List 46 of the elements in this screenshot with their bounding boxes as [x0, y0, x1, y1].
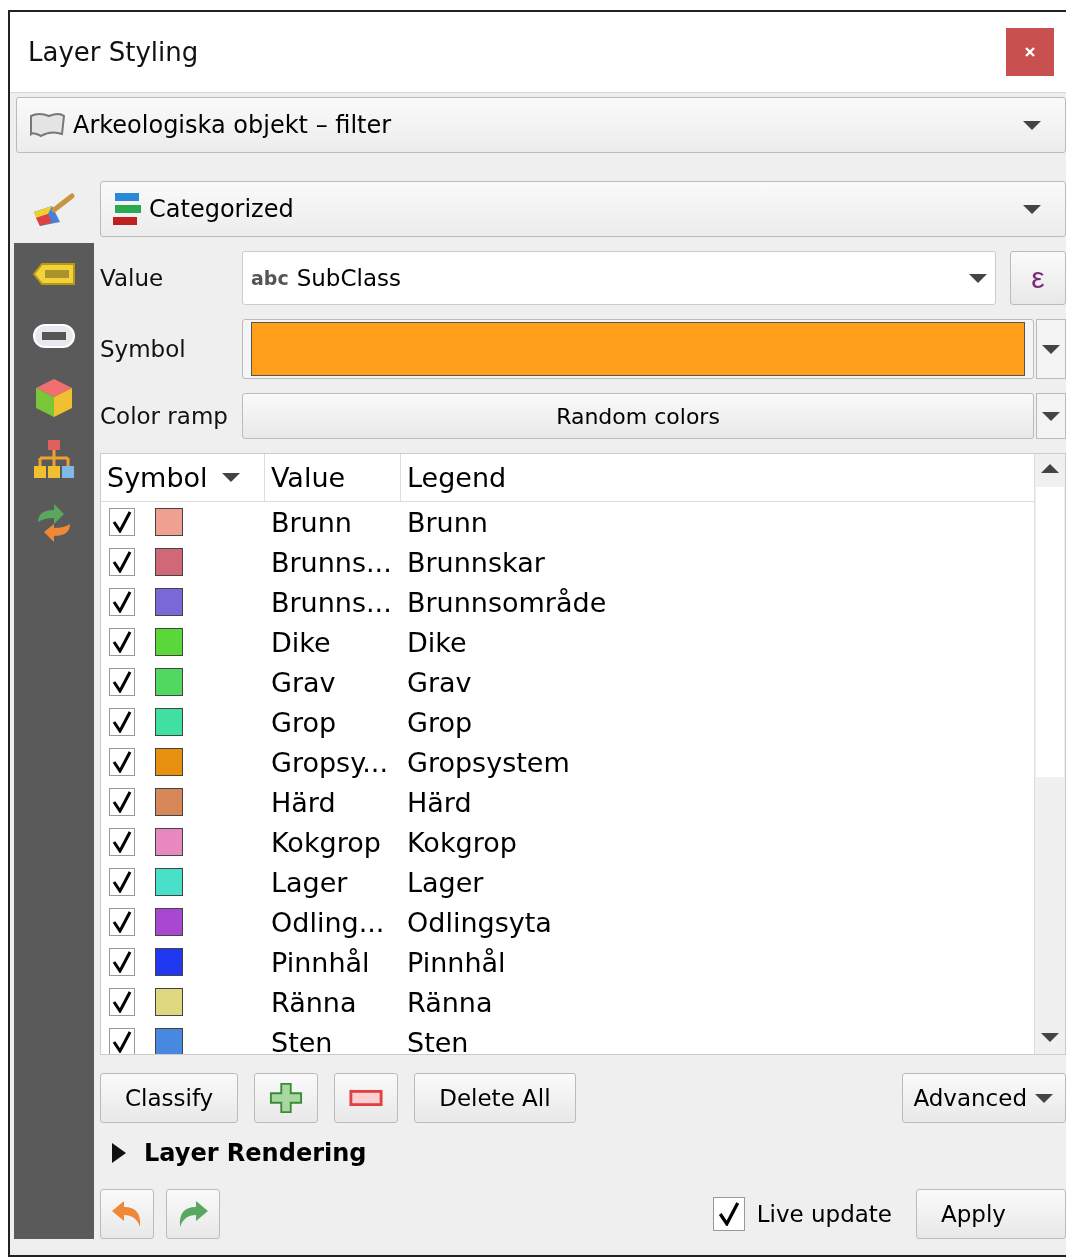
- value-field-dropdown[interactable]: abc SubClass: [242, 251, 996, 305]
- table-cell: Brunn: [271, 506, 352, 538]
- column-header[interactable]: Legend: [401, 454, 1034, 502]
- table-cell: Kokgrop: [271, 826, 381, 858]
- table-cell: Odling...: [271, 906, 385, 938]
- table-cell: Kokgrop: [407, 826, 517, 858]
- table-cell: Gropsystem: [407, 746, 570, 778]
- column-header[interactable]: Symbol: [101, 454, 265, 502]
- table-cell: Lager: [271, 866, 348, 898]
- table-cell: Brunns...: [271, 586, 392, 618]
- delete-all-button[interactable]: Delete All: [414, 1073, 576, 1123]
- table-cell: Ränna: [407, 986, 493, 1018]
- table-cell: Grav: [271, 666, 336, 698]
- classify-button[interactable]: Classify: [100, 1073, 239, 1123]
- table-cell: Lager: [407, 866, 484, 898]
- table-cell: Grop: [407, 706, 473, 738]
- checkbox-label: Live update: [756, 1201, 892, 1227]
- table-cell: Grop: [271, 706, 337, 738]
- window-title: Layer Styling: [28, 37, 199, 67]
- table-cell: Ränna: [271, 986, 357, 1018]
- table-cell: Pinnhål: [407, 946, 506, 978]
- table-cell: Odlingsyta: [407, 906, 552, 938]
- table-cell: Grav: [407, 666, 472, 698]
- apply-button[interactable]: Apply: [916, 1189, 1066, 1239]
- table-cell: Brunns...: [271, 546, 392, 578]
- field-label: Symbol: [100, 336, 187, 362]
- table-cell: Dike: [407, 626, 467, 658]
- renderer-dropdown[interactable]: Categorized: [100, 181, 1066, 237]
- color-ramp-button[interactable]: Random colors: [242, 393, 1034, 439]
- advanced-button[interactable]: Advanced: [902, 1073, 1066, 1123]
- table-cell: Dike: [271, 626, 331, 658]
- table-cell: Gropsy...: [271, 746, 389, 778]
- table-cell: Brunnsområde: [407, 586, 607, 618]
- table-cell: Härd: [407, 786, 472, 818]
- table-cell: Brunnskar: [407, 546, 545, 578]
- table-cell: Härd: [271, 786, 336, 818]
- expression-button[interactable]: ε: [1010, 251, 1066, 305]
- table-cell: Sten: [407, 1026, 469, 1054]
- layer-dropdown[interactable]: Arkeologiska objekt – filter: [16, 97, 1066, 153]
- layer-rendering-toggle[interactable]: Layer Rendering: [110, 1139, 1066, 1167]
- field-label: Value: [100, 265, 165, 291]
- column-header[interactable]: Value: [265, 454, 401, 502]
- field-label: Color ramp: [100, 403, 229, 429]
- table-cell: Brunn: [407, 506, 488, 538]
- table-cell: Sten: [271, 1026, 333, 1054]
- table-cell: Pinnhål: [271, 946, 370, 978]
